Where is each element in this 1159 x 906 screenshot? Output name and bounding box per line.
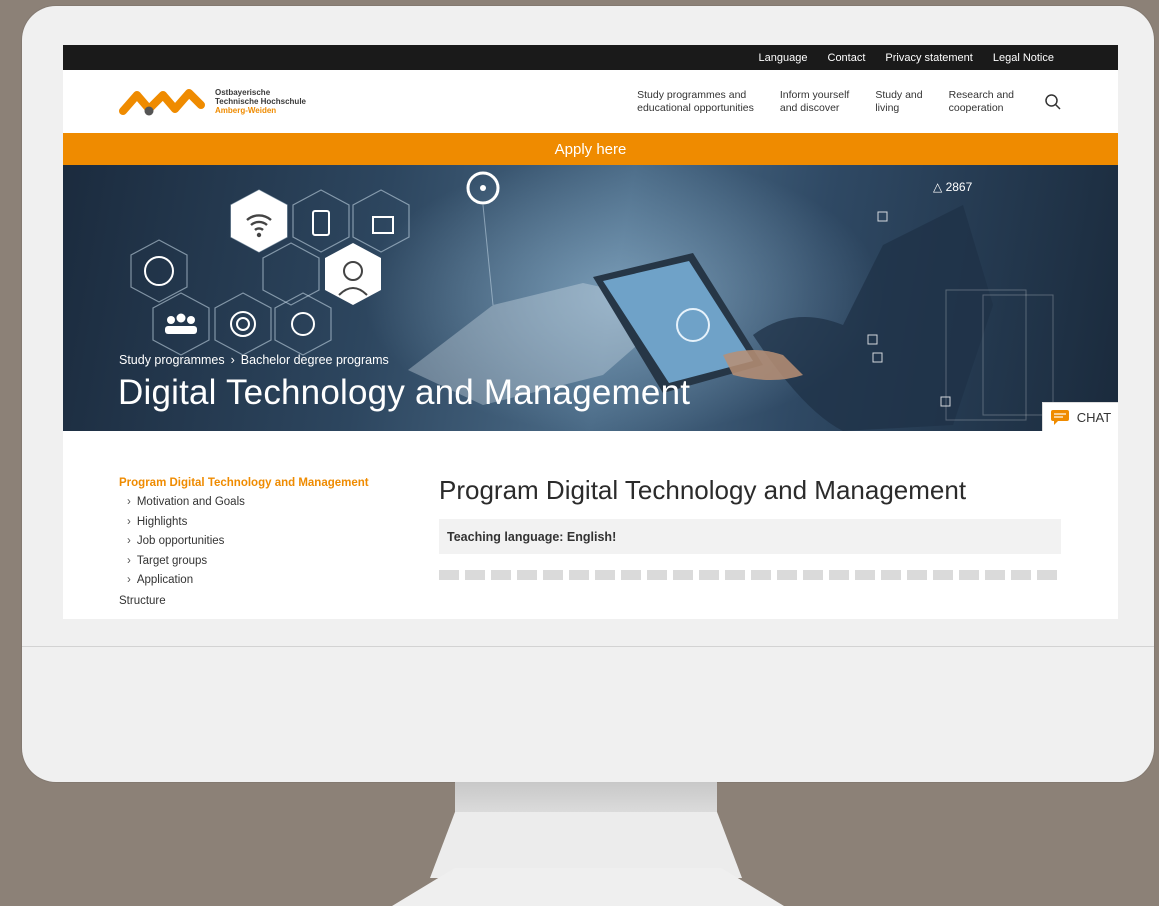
nav-research[interactable]: Research and cooperation (949, 89, 1014, 115)
sidenav-item-motivation[interactable]: › Motivation and Goals (119, 493, 439, 513)
monitor-stand-base (392, 868, 784, 906)
side-navigation: Program Digital Technology and Managemen… (119, 477, 439, 607)
logo-line-1: Ostbayerische (215, 88, 271, 97)
sidenav-active-item[interactable]: Program Digital Technology and Managemen… (119, 477, 439, 489)
sidenav-item-label: Application (136, 574, 194, 586)
sidenav-item-label: Job opportunities (136, 535, 225, 547)
apply-here-label: Apply here (554, 140, 627, 158)
nav-research-line2: cooperation (948, 101, 1004, 114)
main-article: Program Digital Technology and Managemen… (439, 475, 1061, 607)
nav-study-programmes-line2: educational opportunities (637, 101, 754, 114)
site-header: Ostbayerische Technische Hochschule Ambe… (63, 70, 1118, 133)
nav-inform-yourself-line1: Inform yourself (779, 88, 850, 101)
nav-study-and-living-line1: Study and (875, 88, 923, 101)
breadcrumb-study-programmes[interactable]: Study programmes (119, 353, 225, 367)
sidenav-item-target-groups[interactable]: › Target groups (119, 552, 439, 572)
sidenav-item-highlights[interactable]: › Highlights (119, 513, 439, 533)
nav-study-programmes-line1: Study programmes and (637, 88, 747, 101)
hero-banner: △ 2867 Study programmes › Bachelor degre… (63, 165, 1118, 431)
chat-bubble-icon (1050, 410, 1069, 425)
chevron-right-icon: › (127, 515, 131, 528)
chat-button[interactable]: CHAT (1042, 402, 1118, 431)
page-title: Digital Technology and Management (118, 373, 691, 412)
chevron-right-icon: › (127, 496, 131, 508)
language-link[interactable]: Language (759, 52, 808, 64)
logo-line-3: Amberg-Weiden (215, 106, 277, 115)
chat-label: CHAT (1076, 409, 1112, 425)
nav-inform-yourself-line2: and discover (779, 101, 840, 114)
chevron-right-icon: › (127, 554, 131, 567)
privacy-statement-link[interactable]: Privacy statement (885, 52, 972, 64)
breadcrumb: Study programmes › Bachelor degree progr… (119, 353, 389, 367)
chevron-right-icon: › (127, 535, 131, 547)
university-logo[interactable]: Ostbayerische Technische Hochschule Ambe… (119, 85, 306, 119)
hero-hud-label: △ 2867 (933, 180, 973, 194)
legal-notice-link[interactable]: Legal Notice (993, 52, 1054, 64)
sidenav-item-label: Target groups (136, 554, 208, 567)
sidenav-item-label: Highlights (136, 515, 188, 528)
breadcrumb-bachelor[interactable]: Bachelor degree programs (241, 353, 389, 367)
top-utility-bar: Language Contact Privacy statement Legal… (63, 45, 1118, 70)
main-heading: Program Digital Technology and Managemen… (439, 475, 967, 505)
apply-here-banner[interactable]: Apply here (63, 133, 1118, 165)
clipped-text-line (439, 570, 1061, 580)
search-icon[interactable] (1044, 93, 1062, 111)
sidenav-item-label: Motivation and Goals (136, 496, 245, 508)
contact-link[interactable]: Contact (828, 52, 866, 64)
nav-study-programmes[interactable]: Study programmes and educational opportu… (637, 89, 754, 115)
sidenav-item-application[interactable]: › Application (119, 571, 439, 591)
logo-line-2: Technische Hochschule (215, 97, 306, 106)
sidenav-section-structure[interactable]: Structure (119, 595, 439, 607)
nav-study-and-living[interactable]: Study and living (875, 89, 922, 115)
breadcrumb-separator: › (230, 353, 235, 367)
teaching-language-note: Teaching language: English! (439, 519, 1061, 554)
logo-mark-icon (119, 88, 205, 115)
monitor-chin-divider (22, 646, 1154, 647)
monitor-stand-shadow (455, 782, 717, 814)
main-navigation: Study programmes and educational opportu… (637, 89, 1062, 115)
nav-study-and-living-line2: living (875, 101, 900, 114)
page-content: Program Digital Technology and Managemen… (63, 431, 1118, 607)
sidenav-item-job-opportunities[interactable]: › Job opportunities (119, 532, 439, 552)
website-screen: Language Contact Privacy statement Legal… (63, 45, 1118, 619)
nav-research-line1: Research and (948, 88, 1014, 101)
chevron-right-icon: › (127, 574, 131, 586)
nav-inform-yourself[interactable]: Inform yourself and discover (780, 89, 849, 115)
